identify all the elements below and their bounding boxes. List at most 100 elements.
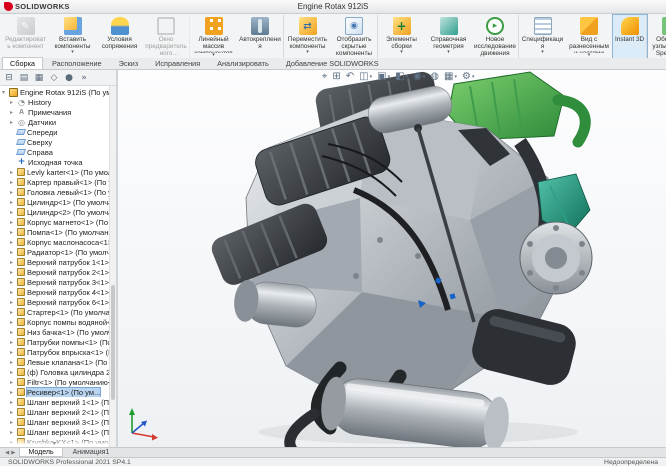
ribbon-button[interactable]: Обновить узлы сборки SpeedPak ▾ [647,15,666,58]
tree-item[interactable]: Патрубок впрыска<1> (По умо... [0,347,116,357]
expander-icon[interactable] [10,309,17,316]
tree-item[interactable]: Справа [0,147,116,157]
tree-item[interactable]: History [0,97,116,107]
expander-icon[interactable] [10,359,17,366]
ribbon-button[interactable]: Instant 3D ▾ [613,15,647,58]
hud-button[interactable]: ⌖ ▾ [322,72,328,82]
expander-icon[interactable] [10,179,17,186]
tree-item[interactable]: Помпа<1> (По умолчанию<По... [0,227,116,237]
manager-tab-icon[interactable]: ◇ [47,71,61,84]
ribbon-tab[interactable]: Исправления [147,57,208,69]
expander-icon[interactable] [10,169,17,176]
ribbon-button[interactable]: Справочная геометрия ▾ [425,15,472,58]
ribbon-button[interactable]: Редактировать компонент ▾ [2,15,49,58]
ribbon-tab[interactable]: Эскиз [111,57,147,69]
hud-button[interactable]: ◧ ▾ [395,72,408,82]
ribbon-button[interactable]: Элементы сборки ▾ [378,15,425,58]
ribbon-button[interactable]: Вставить компоненты ▾ [49,15,96,58]
expander-icon[interactable] [10,369,17,376]
hud-button[interactable]: ◫ ▾ [359,72,372,82]
ribbon-button[interactable]: Окно предварительного просмотра ▾ [143,15,190,58]
expander-icon[interactable] [10,109,17,116]
hud-button[interactable]: ▦ ▾ [444,72,457,82]
tree-item[interactable]: Цилиндр<2> (По умолчанию<... [0,207,116,217]
expander-icon[interactable] [10,319,17,326]
ribbon-button[interactable]: Переместить компоненты ▾ [284,15,331,58]
tree-item[interactable]: Патрубки помпы<1> (По умол... [0,337,116,347]
tree-item[interactable]: Картер правый<1> (По умолча... [0,177,116,187]
tree-item[interactable]: Корпус маслонасоса<1> (По у... [0,237,116,247]
expander-icon[interactable] [10,299,17,306]
hud-button[interactable]: ▣ ▾ [377,72,390,82]
tree-item[interactable]: Исходная точка [0,157,116,167]
ribbon-tab[interactable]: Расположение [44,57,110,69]
expander-icon[interactable] [10,429,17,436]
expander-icon[interactable] [10,399,17,406]
expander-icon[interactable] [10,419,17,426]
tree-item[interactable]: Датчики [0,117,116,127]
expander-icon[interactable] [10,389,17,396]
tree-item[interactable]: Верхний патрубок 6<1> (По ум... [0,297,116,307]
expander-icon[interactable] [10,199,17,206]
ribbon-tab[interactable]: Анализировать [209,57,277,69]
expander-icon[interactable] [10,239,17,246]
expander-icon[interactable] [10,99,17,106]
expander-icon[interactable] [10,379,17,386]
tree-item[interactable]: Цилиндр<1> (По умолчанию<... [0,197,116,207]
document-tab[interactable]: Анимация1 [64,448,119,457]
ribbon-tab[interactable]: Сборка [2,57,43,69]
expander-icon[interactable] [10,249,17,256]
expander-icon[interactable] [10,289,17,296]
tree-item[interactable]: Корпус магнето<1> (По умолч... [0,217,116,227]
hud-button[interactable]: ◉ ▾ [413,72,425,82]
expander-icon[interactable] [10,119,17,126]
expander-icon[interactable] [10,279,17,286]
expander-icon[interactable] [10,329,17,336]
tree-item[interactable]: Engine Rotax 912iS (По умолчани... [0,87,116,97]
tree-item[interactable]: Верхний патрубок 3<1> (По ум... [0,277,116,287]
expander-icon[interactable] [10,209,17,216]
tree-item[interactable]: Filtr<1> (По умолчанию<По у... [0,377,116,387]
expander-icon[interactable] [10,259,17,266]
tree-item[interactable]: Шланг верхний 1<1> (По умол... [0,397,116,407]
tree-item[interactable]: Примечания [0,107,116,117]
expander-icon[interactable] [10,189,17,196]
orientation-triad[interactable] [122,403,162,443]
ribbon-button[interactable]: Условия сопряжения ▾ [96,15,143,58]
hud-button[interactable]: ⚙ ▾ [462,72,474,82]
tab-scroll-arrows[interactable]: ◀ ▶ [2,448,18,457]
ribbon-button[interactable]: Отобразить скрытые компоненты ▾ [331,15,378,58]
tab-scroll-right-icon[interactable]: ▶ [11,450,15,456]
tree-scrollbar[interactable] [109,86,116,447]
tree-item[interactable]: Левые клапана<1> (По умолч... [0,357,116,367]
manager-tab-icon[interactable]: ▦ [32,71,46,84]
tree-item[interactable]: Корпус помпы водяной<1> (... [0,317,116,327]
tree-item[interactable]: Шланг верхний 2<1> (По умо... [0,407,116,417]
expander-icon[interactable] [10,409,17,416]
document-tab[interactable]: Модель [19,448,62,457]
expander-icon[interactable] [2,89,9,96]
tree-item[interactable]: Головка левый<1> (По умолча... [0,187,116,197]
hud-button[interactable]: ⊞ ▾ [332,72,340,82]
manager-tab-icon[interactable]: ▤ [17,71,31,84]
tree-item[interactable]: Верхний патрубок 4<1> (По ум... [0,287,116,297]
tree-item[interactable]: Низ бачка<1> (По умолчанию... [0,327,116,337]
tree-item[interactable]: Спереди [0,127,116,137]
tree-item[interactable]: Ресивер<1> (По ум... [0,387,116,397]
manager-tab-icon[interactable]: ● [62,71,76,84]
ribbon-button[interactable]: Линейный массив компонентов ▾ [190,15,237,58]
ribbon-button[interactable]: Автокрепления ▾ [237,15,284,58]
hud-button[interactable]: ◍ ▾ [430,72,439,82]
tree-item[interactable]: Шланг верхний 3<1> (По умол... [0,417,116,427]
manager-tab-icon[interactable]: » [77,71,91,84]
expander-icon[interactable] [10,349,17,356]
tree-item[interactable]: Шланг верхний 4<1> (По умо... [0,427,116,437]
tree-item[interactable]: Радиатор<1> (По умолчанию<... [0,247,116,257]
expander-icon[interactable] [10,219,17,226]
expander-icon[interactable] [10,229,17,236]
expander-icon[interactable] [10,339,17,346]
tree-item[interactable]: (ф) Головка цилиндра 2<1> (По... [0,367,116,377]
tab-scroll-left-icon[interactable]: ◀ [5,450,9,456]
expander-icon[interactable] [10,269,17,276]
ribbon-button[interactable]: Вид с разнесенными частями ▾ [566,15,613,58]
